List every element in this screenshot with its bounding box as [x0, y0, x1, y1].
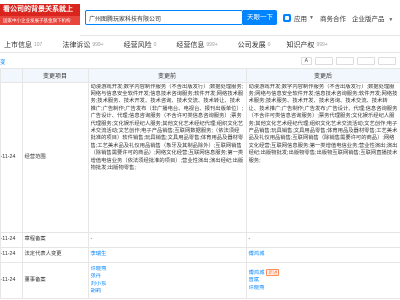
person-link[interactable]: 张丹 — [91, 273, 244, 280]
nav-enterprise[interactable]: 企业版产品 ▼ — [352, 13, 393, 23]
tab-label: 经营信息 — [176, 42, 205, 49]
filter-button-a[interactable]: A — [300, 57, 312, 65]
col-item: 变更项目 — [21, 68, 89, 83]
logo[interactable]: 看公司的背景关系就上 国家中小企业发展子基金旗下机构 — [0, 0, 80, 36]
col-before: 变更前 — [87, 68, 247, 83]
apps-icon — [283, 14, 291, 22]
tab-divider — [0, 52, 400, 53]
tab-label: 上市信息 — [4, 42, 32, 49]
top-bar: 看公司的背景关系就上 国家中小企业发展子基金旗下机构 天眼一下 应用 ▼ 商务合… — [0, 0, 400, 36]
filter-button[interactable] — [336, 57, 354, 65]
row-date: -11-24 — [0, 232, 23, 248]
tab-count: 999+ — [92, 42, 104, 48]
filter-button[interactable] — [315, 57, 333, 65]
table-header-row: 序号 变更项目 变更前 变更后 — [0, 68, 400, 83]
table-row: -11-24 法定代表人变更 李瑞生 傅鸿城 — [0, 247, 400, 263]
section-toolbar: A — [300, 57, 396, 65]
search-button[interactable]: 天眼一下 — [243, 10, 277, 25]
tab-count: 0 — [153, 42, 157, 48]
row-before: - — [87, 232, 247, 248]
tab-count: 999+ — [206, 42, 218, 48]
row-after: 傅鸿城 新进 曾斌 许晓燕 — [245, 262, 400, 299]
person-link[interactable]: 傅鸿城 — [249, 270, 265, 276]
person-line: 傅鸿城 新进 — [249, 268, 398, 277]
tab-count: 999+ — [316, 42, 328, 48]
row-date: -11-24 — [0, 82, 23, 233]
tab-listing[interactable]: 上市信息 107 — [0, 38, 46, 52]
tab-label: 法律诉讼 — [62, 42, 91, 49]
row-after: 动漫游戏开发;数字内容制作服务（不含出版发行）;数据处理服务;网络与信息安全软件… — [245, 82, 400, 233]
table-row: -11-24 经营范围 动漫游戏开发;数字内容制作服务（不含出版发行）;数据处理… — [0, 82, 400, 233]
person-link[interactable]: 刘小东 — [91, 281, 244, 288]
tab-count: 0 — [267, 42, 271, 48]
chevron-down-icon: ▼ — [388, 17, 394, 23]
row-before: 动漫游戏开发;数字内容制作服务（不含出版发行）;数据处理服务;网络与信息安全软件… — [87, 82, 247, 233]
tab-lawsuits[interactable]: 法律诉讼 999+ — [58, 38, 107, 52]
filter-button[interactable] — [357, 57, 375, 65]
row-date: -11-24 — [0, 262, 23, 299]
search-input[interactable] — [89, 13, 239, 23]
row-before[interactable]: 李瑞生 — [87, 247, 247, 263]
person-link[interactable]: 胡莉 — [91, 288, 244, 295]
row-item: 章程备案 — [21, 232, 89, 248]
search-box[interactable] — [85, 10, 243, 25]
section-title: 变 — [0, 60, 6, 66]
person-link[interactable]: 曾斌 — [249, 277, 398, 284]
logo-subtitle: 国家中小企业发展子基金旗下机构 — [0, 16, 80, 25]
tab-ip[interactable]: 知识产权 999+ — [282, 38, 331, 52]
change-records-table: 序号 变更项目 变更前 变更后 -11-24 经营范围 动漫游戏开发;数字内容制… — [0, 68, 400, 299]
row-item: 经营范围 — [21, 82, 89, 233]
logo-title: 看公司的背景关系就上 — [0, 4, 80, 16]
row-date: -11-24 — [0, 247, 23, 263]
row-item: 董事备案 — [21, 262, 89, 299]
row-item: 法定代表人变更 — [21, 247, 89, 263]
before-content: 动漫游戏开发;数字内容制作服务（不含出版发行）;数据处理服务;网络与信息安全软件… — [90, 83, 244, 171]
row-after[interactable]: 傅鸿城 — [245, 247, 400, 263]
new-badge: 新进 — [266, 268, 280, 276]
tab-operations[interactable]: 经营信息 999+ — [172, 38, 221, 52]
tab-label: 公司发展 — [237, 42, 266, 49]
after-content: 动漫游戏开发;数字内容制作服务（不含出版发行）;数据处理服务;网络与信息安全软件… — [248, 83, 398, 164]
row-after: - — [245, 232, 400, 248]
apps-label: 应用 — [294, 16, 307, 23]
nav-enterprise-label: 企业版产品 — [352, 16, 385, 23]
table-row: -11-24 章程备案 - - — [0, 232, 400, 248]
tab-risk[interactable]: 经营风险 0 — [120, 38, 161, 52]
person-link[interactable]: 许晓燕 — [91, 266, 244, 273]
person-link[interactable]: 许晓燕 — [249, 285, 398, 292]
nav-business[interactable]: 商务合作 — [320, 13, 346, 23]
tab-label: 知识产权 — [286, 42, 315, 49]
tab-bar: 上市信息 107 法律诉讼 999+ 经营风险 0 经营信息 999+ 公司发展 0 知识… — [0, 38, 400, 52]
tab-development[interactable]: 公司发展 0 — [234, 38, 275, 52]
chevron-down-icon: ▼ — [309, 15, 314, 21]
col-date — [0, 68, 23, 83]
col-after: 变更后 — [245, 68, 400, 83]
table-row: -11-24 董事备案 许晓燕 张丹 刘小东 胡莉 傅鸿城 新进 曾斌 许晓燕 — [0, 262, 400, 299]
filter-button[interactable] — [378, 57, 396, 65]
tab-count: 107 — [34, 42, 43, 48]
apps-menu[interactable]: 应用 ▼ — [283, 13, 314, 23]
tab-label: 经营风险 — [123, 42, 152, 49]
row-before: 许晓燕 张丹 刘小东 胡莉 — [87, 262, 247, 299]
